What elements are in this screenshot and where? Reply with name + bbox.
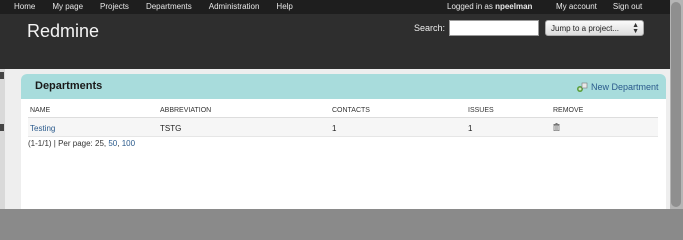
sign-out-link[interactable]: Sign out [613, 2, 642, 11]
top-menu-left: Home My page Projects Departments Admini… [14, 2, 310, 11]
username-link[interactable]: npeelman [495, 2, 532, 11]
project-jump-select[interactable]: Jump to a project... ▲ ▼ [545, 20, 644, 36]
pagination: (1-1/1) | Per page: 25, 50, 100 [28, 139, 136, 148]
site-title[interactable]: Redmine [27, 21, 99, 42]
col-remove-header: Remove [551, 105, 658, 118]
col-name-header[interactable]: Name [28, 105, 158, 118]
page-title: Departments [35, 80, 103, 92]
scrollbar-thumb[interactable] [671, 2, 681, 207]
panel-header: Departments New Department [21, 74, 666, 99]
department-abbreviation: TSTG [158, 117, 330, 137]
logged-in-label: Logged in as [447, 2, 493, 11]
menu-help-link[interactable]: Help [276, 2, 292, 11]
new-department-button[interactable]: New Department [576, 82, 659, 92]
top-menu-right: My account Sign out [556, 2, 658, 11]
col-issues-header[interactable]: Issues [466, 105, 551, 118]
menu-projects-link[interactable]: Projects [100, 2, 129, 11]
col-contacts-header[interactable]: Contacts [330, 105, 466, 118]
top-menu: Home My page Projects Departments Admini… [0, 0, 670, 14]
table-row: Testing TSTG 1 1 [28, 117, 658, 137]
overlap-fragment [0, 124, 4, 131]
menu-home-link[interactable]: Home [14, 2, 35, 11]
department-issues: 1 [466, 117, 551, 137]
department-name-link[interactable]: Testing [30, 124, 55, 133]
sidebar-edge [0, 69, 5, 209]
per-page-100-link[interactable]: 100 [122, 139, 135, 148]
menu-my-page-link[interactable]: My page [52, 2, 83, 11]
search-label: Search: [414, 23, 446, 33]
add-icon [577, 82, 588, 92]
department-contacts: 1 [330, 117, 466, 137]
department-name-cell: Testing [28, 117, 158, 137]
col-abbreviation-header[interactable]: Abbreviation [158, 105, 330, 118]
overlap-fragment [0, 72, 4, 79]
search-input[interactable] [449, 20, 539, 36]
remove-cell [551, 117, 658, 137]
logged-in-as: Logged in as npeelman [447, 2, 532, 11]
per-page-50-link[interactable]: 50 [108, 139, 117, 148]
select-arrows-icon: ▲ ▼ [632, 22, 639, 35]
menu-departments-link[interactable]: Departments [146, 2, 192, 11]
menu-administration-link[interactable]: Administration [209, 2, 260, 11]
header: Redmine Search: Jump to a project... ▲ ▼ [0, 14, 670, 69]
trash-icon[interactable] [553, 123, 560, 131]
project-jump-label: Jump to a project... [551, 24, 620, 33]
pagination-range: (1-1/1) | Per page: 25, [28, 139, 107, 148]
my-account-link[interactable]: My account [556, 2, 597, 11]
new-department-label: New Department [591, 82, 659, 92]
table-header-row: Name Abbreviation Contacts Issues Remove [28, 105, 658, 118]
departments-table: Name Abbreviation Contacts Issues Remove… [28, 105, 658, 137]
